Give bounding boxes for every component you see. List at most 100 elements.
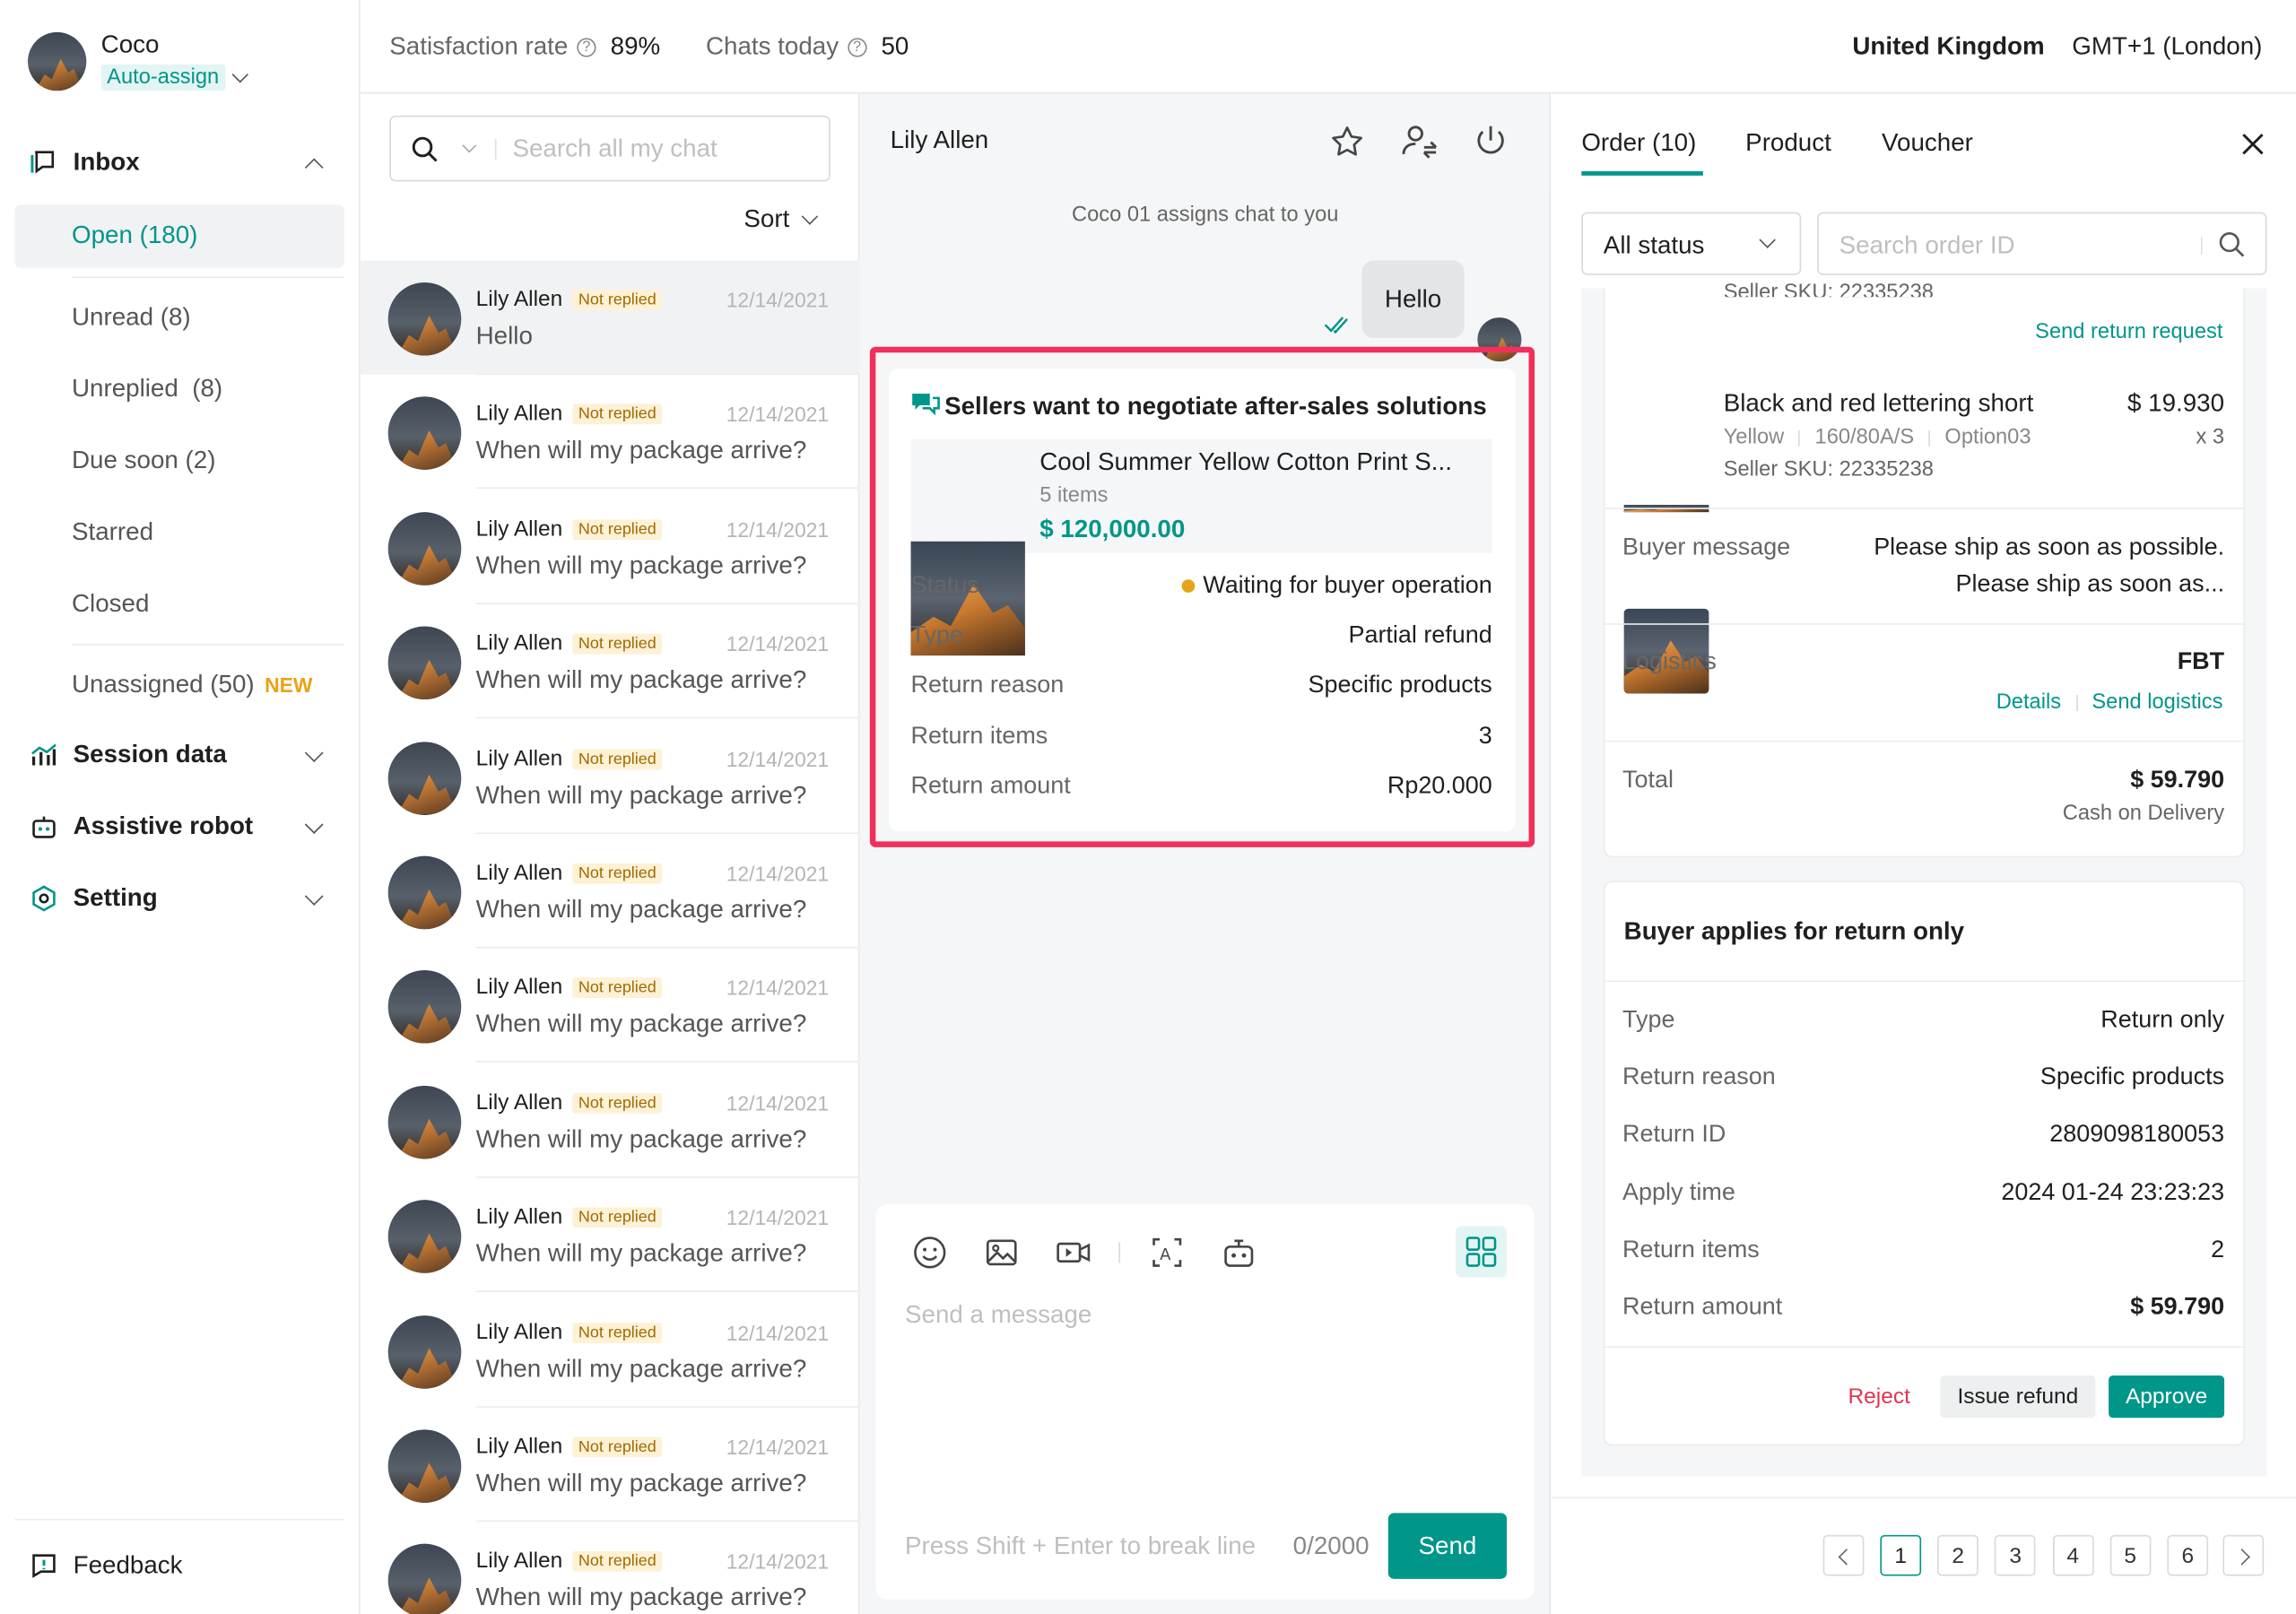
chevron-down-icon bbox=[1759, 231, 1776, 248]
chat-list-item[interactable]: Lily Allen Not replied 12/14/2021 When will… bbox=[361, 1293, 860, 1408]
not-replied-badge: Not replied bbox=[572, 633, 663, 655]
translate-icon[interactable]: A bbox=[1148, 1234, 1186, 1271]
chat-name: Lily Allen bbox=[475, 516, 563, 542]
chat-list-item[interactable]: Lily Allen Not replied 12/14/2021 When will… bbox=[361, 1408, 860, 1523]
chat-list-item[interactable]: Lily Allen Not replied 12/14/2021 When will… bbox=[361, 1523, 860, 1614]
timezone-label[interactable]: GMT+1 (London) bbox=[2072, 32, 2262, 62]
reject-button[interactable]: Reject bbox=[1848, 1384, 1909, 1410]
chat-list-item[interactable]: Lily Allen Not replied 12/14/2021 When will… bbox=[361, 375, 860, 490]
page-button[interactable]: 3 bbox=[1995, 1534, 2037, 1576]
send-logistics-link[interactable]: Send logistics bbox=[2092, 690, 2222, 714]
line-break-hint: Press Shift + Enter to break line bbox=[905, 1532, 1257, 1560]
divider bbox=[1605, 623, 2244, 625]
close-icon[interactable] bbox=[2240, 132, 2266, 157]
transfer-user-icon[interactable] bbox=[1398, 120, 1439, 161]
chevron-down-icon[interactable] bbox=[462, 138, 477, 153]
nav-item-due-soon[interactable]: Due soon (2) bbox=[72, 447, 215, 476]
issue-refund-button[interactable]: Issue refund bbox=[1940, 1375, 2096, 1419]
link-divider bbox=[2075, 694, 2078, 711]
feedback-button[interactable]: Feedback bbox=[30, 1551, 183, 1581]
chat-list-item[interactable]: Lily Allen Not replied 12/14/2021 When will… bbox=[361, 490, 860, 604]
satisfaction-value: 89% bbox=[610, 31, 661, 60]
help-icon[interactable]: ? bbox=[847, 37, 867, 56]
nav-inbox[interactable]: Inbox bbox=[30, 148, 140, 178]
chat-preview: When will my package arrive? bbox=[475, 1239, 807, 1268]
sort-dropdown[interactable]: Sort bbox=[744, 204, 819, 234]
search-icon[interactable] bbox=[2217, 230, 2247, 259]
nav-item-closed[interactable]: Closed bbox=[72, 590, 149, 620]
chat-name: Lily Allen bbox=[475, 745, 563, 771]
divider bbox=[1605, 980, 2244, 983]
card-row-label: Status bbox=[910, 572, 979, 599]
order-item-price: $ 19.930 bbox=[2127, 389, 2225, 418]
chat-list-item[interactable]: Lily Allen Not replied 12/14/2021 When will… bbox=[361, 949, 860, 1063]
chevron-down-icon bbox=[801, 207, 819, 224]
logistics-label: Logistics bbox=[1622, 647, 1717, 675]
variant-option: Option03 bbox=[1944, 425, 2031, 449]
send-button[interactable]: Send bbox=[1387, 1513, 1508, 1579]
app-window: Coco Auto-assign Inbox Open (180) Unread… bbox=[0, 0, 2296, 1614]
partial-sku: Seller SKU: 22335238 bbox=[1723, 282, 1934, 298]
chat-date: 12/14/2021 bbox=[726, 1205, 830, 1230]
return-row-value: Specific products bbox=[2039, 1063, 2225, 1091]
nav-item-unassigned[interactable]: Unassigned (50) NEW bbox=[72, 670, 312, 699]
tab-product[interactable]: Product bbox=[1745, 129, 1831, 159]
power-icon[interactable] bbox=[1472, 121, 1509, 159]
image-icon[interactable] bbox=[983, 1234, 1021, 1271]
chat-preview: When will my package arrive? bbox=[475, 1354, 807, 1383]
pagination-next[interactable] bbox=[2222, 1534, 2265, 1576]
tab-order[interactable]: Order (10) bbox=[1581, 129, 1696, 159]
nav-setting[interactable]: Setting bbox=[30, 884, 158, 914]
page-button[interactable]: 5 bbox=[2109, 1534, 2152, 1576]
nav-item-starred[interactable]: Starred bbox=[72, 518, 153, 548]
video-icon[interactable] bbox=[1055, 1234, 1092, 1271]
chat-list-item[interactable]: Lily Allen Not replied 12/14/2021 When will… bbox=[361, 1063, 860, 1178]
status-select[interactable]: All status bbox=[1581, 212, 1802, 275]
order-search[interactable]: Search order ID bbox=[1817, 212, 2267, 275]
apps-grid-button[interactable] bbox=[1455, 1226, 1508, 1278]
page-button[interactable]: 4 bbox=[2052, 1534, 2094, 1576]
send-return-request-link[interactable]: Send return request bbox=[2035, 320, 2222, 343]
chat-avatar bbox=[387, 1429, 462, 1503]
nav-item-unread[interactable]: Unread (8) bbox=[72, 303, 191, 333]
nav-item-unreplied[interactable]: Unreplied (8) bbox=[72, 375, 222, 404]
chat-date: 12/14/2021 bbox=[726, 1549, 830, 1574]
chat-avatar bbox=[387, 970, 462, 1045]
chat-list-item[interactable]: Lily Allen Not replied 12/14/2021 When will… bbox=[361, 604, 860, 719]
chat-list-item[interactable]: Lily Allen Not replied 12/14/2021 When will… bbox=[361, 1178, 860, 1293]
user-avatar[interactable] bbox=[28, 31, 87, 91]
search-divider bbox=[494, 139, 497, 160]
return-row-label: Return amount bbox=[1622, 1293, 1783, 1320]
chat-date: 12/14/2021 bbox=[726, 862, 830, 886]
message-input[interactable]: Send a message bbox=[905, 1301, 1505, 1491]
page-button[interactable]: 6 bbox=[2167, 1534, 2209, 1576]
help-icon[interactable]: ? bbox=[577, 37, 596, 56]
chat-list-item[interactable]: Lily Allen Not replied 12/14/2021 Hello bbox=[360, 260, 860, 375]
page-button[interactable]: 2 bbox=[1937, 1534, 1979, 1576]
chat-preview: When will my package arrive? bbox=[475, 1010, 807, 1038]
pagination-prev[interactable] bbox=[1822, 1534, 1865, 1576]
nav-setting-label: Setting bbox=[73, 883, 158, 912]
page-button[interactable]: 1 bbox=[1880, 1534, 1922, 1576]
return-row-value: 2 bbox=[2211, 1236, 2225, 1263]
chart-icon bbox=[31, 743, 57, 766]
region-label[interactable]: United Kingdom bbox=[1852, 32, 2044, 62]
chat-list-item[interactable]: Lily Allen Not replied 12/14/2021 When will… bbox=[361, 719, 860, 834]
chat-search[interactable]: Search all my chat bbox=[389, 115, 831, 182]
nav-assistive-robot[interactable]: Assistive robot bbox=[30, 812, 253, 842]
nav-session-data[interactable]: Session data bbox=[30, 741, 227, 770]
star-icon[interactable] bbox=[1328, 123, 1366, 161]
user-name: Coco bbox=[100, 30, 160, 59]
return-row-label: Return ID bbox=[1622, 1121, 1726, 1149]
chat-name: Lily Allen bbox=[475, 286, 563, 312]
chat-list-item[interactable]: Lily Allen Not replied 12/14/2021 When will… bbox=[361, 834, 860, 949]
chat-avatar bbox=[387, 282, 462, 356]
details-link[interactable]: Details bbox=[1996, 690, 2061, 714]
robot-icon[interactable] bbox=[1220, 1234, 1257, 1271]
tab-voucher[interactable]: Voucher bbox=[1882, 129, 1973, 159]
approve-button[interactable]: Approve bbox=[2109, 1375, 2225, 1419]
nav-item-open[interactable]: Open (180) bbox=[72, 221, 197, 250]
emoji-icon[interactable] bbox=[911, 1234, 949, 1271]
auto-assign-dropdown[interactable]: Auto-assign bbox=[100, 64, 248, 91]
card-heading: Sellers want to negotiate after-sales so… bbox=[944, 392, 1487, 421]
